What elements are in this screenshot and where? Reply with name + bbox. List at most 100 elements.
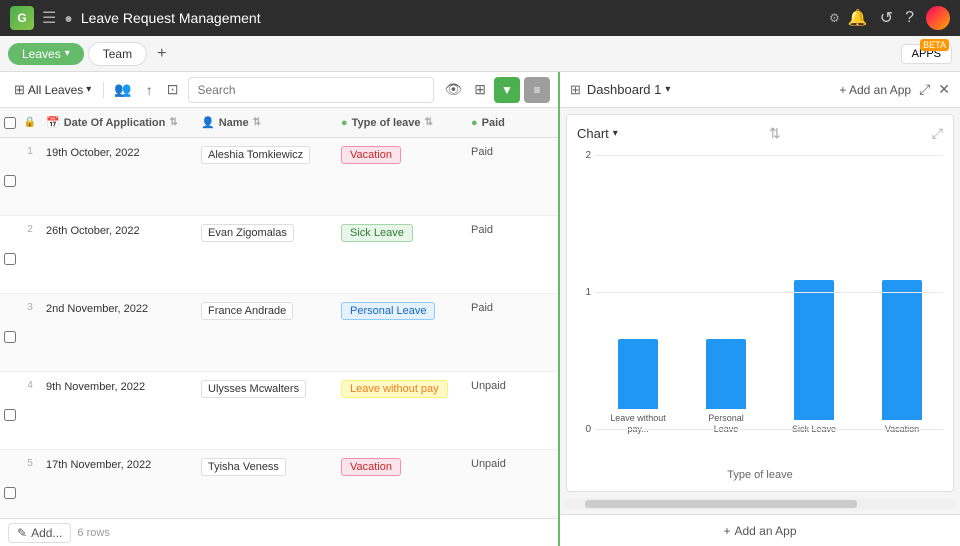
apps-button[interactable]: APPS BETA [901, 44, 952, 64]
pencil-icon: ✎ [17, 526, 27, 540]
top-bar: G ☰ ● Leave Request Management ⚙ 🔔 ↺ ? [0, 0, 960, 36]
table-row[interactable]: 5 17th November, 2022 Tyisha Veness Vaca… [0, 450, 558, 518]
cell-type: Vacation [335, 450, 465, 518]
search-input[interactable] [188, 77, 434, 103]
person-icon: 👤 [201, 116, 215, 129]
filter-button[interactable]: ▼ [494, 77, 520, 103]
notification-icon[interactable]: 🔔 [848, 8, 868, 28]
tab-dropdown-icon[interactable]: ▾ [65, 48, 70, 59]
grid-button[interactable]: ≡ [524, 77, 550, 103]
row-checkbox[interactable] [4, 331, 16, 343]
date-sort-icon[interactable]: ⇅ [169, 117, 177, 128]
scrollbar-thumb[interactable] [585, 500, 857, 508]
chart-title-label: Chart [577, 126, 609, 141]
grid-icon: ≡ [533, 83, 540, 97]
cell-type: Personal Leave [335, 294, 465, 371]
chart-expand-icon[interactable]: ⤢ [932, 125, 943, 142]
settings-icon[interactable]: ⚙ [829, 11, 840, 25]
bottom-add-app-button[interactable]: + Add an App [560, 514, 960, 546]
table-row[interactable]: 2 26th October, 2022 Evan Zigomalas Sick… [0, 216, 558, 294]
row-check[interactable] [0, 138, 20, 215]
header-name[interactable]: 👤 Name ⇅ [195, 108, 335, 137]
row-number: 4 [20, 372, 40, 449]
table-row[interactable]: 3 2nd November, 2022 France Andrade Pers… [0, 294, 558, 372]
cell-type: Sick Leave [335, 216, 465, 293]
tab-leaves[interactable]: Leaves ▾ [8, 43, 84, 65]
type-sort-icon[interactable]: ⇅ [425, 117, 433, 128]
columns-icon[interactable]: ⊞ [470, 79, 490, 100]
type-badge: Vacation [341, 146, 401, 164]
type-header-label: Type of leave [352, 117, 421, 129]
eye-icon[interactable]: 👁 [440, 79, 466, 100]
row-check[interactable] [0, 216, 20, 293]
cell-name: Evan Zigomalas [195, 216, 335, 293]
type-badge: Sick Leave [341, 224, 413, 242]
tab-team[interactable]: Team [88, 42, 147, 66]
cell-paid: Unpaid [465, 450, 535, 518]
x-axis-label: Type of leave [577, 469, 943, 481]
dashboard-title-button[interactable]: Dashboard 1 ▾ [587, 82, 670, 97]
share-icon[interactable]: ↑ [142, 80, 157, 100]
table-row[interactable]: 1 19th October, 2022 Aleshia Tomkiewicz … [0, 138, 558, 216]
row-checkbox[interactable] [4, 487, 16, 499]
name-badge: Tyisha Veness [201, 458, 286, 476]
add-tab-button[interactable]: + [151, 43, 172, 65]
chart-body: 2 1 0 Leave without pay... [577, 150, 943, 465]
cell-type: Leave without pay [335, 372, 465, 449]
all-leaves-button[interactable]: ⊞ All Leaves ▾ [8, 80, 97, 100]
app-logo: G [10, 6, 34, 30]
table-row[interactable]: 4 9th November, 2022 Ulysses Mcwalters L… [0, 372, 558, 450]
group-icon[interactable]: 👥 [110, 79, 135, 100]
name-badge: Aleshia Tomkiewicz [201, 146, 310, 164]
chart-title-button[interactable]: Chart ▾ [577, 126, 618, 141]
add-app-button[interactable]: + Add an App [839, 83, 911, 97]
plus-icon: + [723, 524, 730, 538]
chart-scrollbar[interactable] [566, 498, 954, 510]
filter-table-icon[interactable]: ⊡ [163, 79, 183, 100]
chart-header: Chart ▾ ⇅ ⤢ [577, 125, 943, 142]
header-paid[interactable]: ● Paid [465, 108, 535, 137]
type-badge: Vacation [341, 458, 401, 476]
row-check[interactable] [0, 450, 20, 518]
history-icon[interactable]: ↺ [880, 8, 893, 28]
paid-value: Unpaid [471, 380, 506, 392]
header-check[interactable] [0, 117, 20, 129]
type-badge: Leave without pay [341, 380, 448, 398]
row-checkbox[interactable] [4, 175, 16, 187]
menu-icon[interactable]: ☰ [42, 8, 56, 28]
name-sort-icon[interactable]: ⇅ [253, 117, 261, 128]
row-checkbox[interactable] [4, 409, 16, 421]
dashboard-dropdown-icon[interactable]: ▾ [665, 84, 670, 95]
close-icon[interactable]: ✕ [938, 81, 950, 98]
bar-group: Leave without pay... [597, 339, 679, 435]
row-check[interactable] [0, 294, 20, 371]
cell-paid: Paid [465, 138, 535, 215]
help-icon[interactable]: ? [905, 9, 914, 27]
table-toolbar: ⊞ All Leaves ▾ 👥 ↑ ⊡ 👁 ⊞ ▼ ≡ [0, 72, 558, 108]
cell-name: France Andrade [195, 294, 335, 371]
page-title: Leave Request Management [81, 10, 821, 26]
chart-sort-icon[interactable]: ⇅ [769, 125, 781, 142]
add-row-button[interactable]: ✎ Add... [8, 523, 71, 543]
name-badge: Ulysses Mcwalters [201, 380, 306, 398]
header-type[interactable]: ● Type of leave ⇅ [335, 108, 465, 137]
name-header-label: Name [219, 117, 249, 129]
avatar[interactable] [926, 6, 950, 30]
select-all-checkbox[interactable] [4, 117, 16, 129]
row-checkbox[interactable] [4, 253, 16, 265]
chart-dropdown-icon[interactable]: ▾ [613, 128, 618, 139]
row-number: 5 [20, 450, 40, 518]
all-leaves-dropdown-icon[interactable]: ▾ [86, 84, 91, 95]
beta-badge: BETA [920, 39, 949, 51]
bar-label: Sick Leave [784, 424, 844, 435]
bar-label: Vacation [872, 424, 932, 435]
row-check[interactable] [0, 372, 20, 449]
cell-type: Vacation [335, 138, 465, 215]
main-content: ⊞ All Leaves ▾ 👥 ↑ ⊡ 👁 ⊞ ▼ ≡ [0, 72, 960, 546]
tab-leaves-label: Leaves [22, 47, 61, 61]
dashboard-title-label: Dashboard 1 [587, 82, 661, 97]
dashboard-header: ⊞ Dashboard 1 ▾ + Add an App ⤢ ✕ [560, 72, 960, 108]
expand-icon[interactable]: ⤢ [919, 81, 930, 98]
header-date[interactable]: 📅 Date Of Application ⇅ [40, 108, 195, 137]
table-container: 🔒 📅 Date Of Application ⇅ 👤 Name ⇅ ● Typ… [0, 108, 558, 518]
